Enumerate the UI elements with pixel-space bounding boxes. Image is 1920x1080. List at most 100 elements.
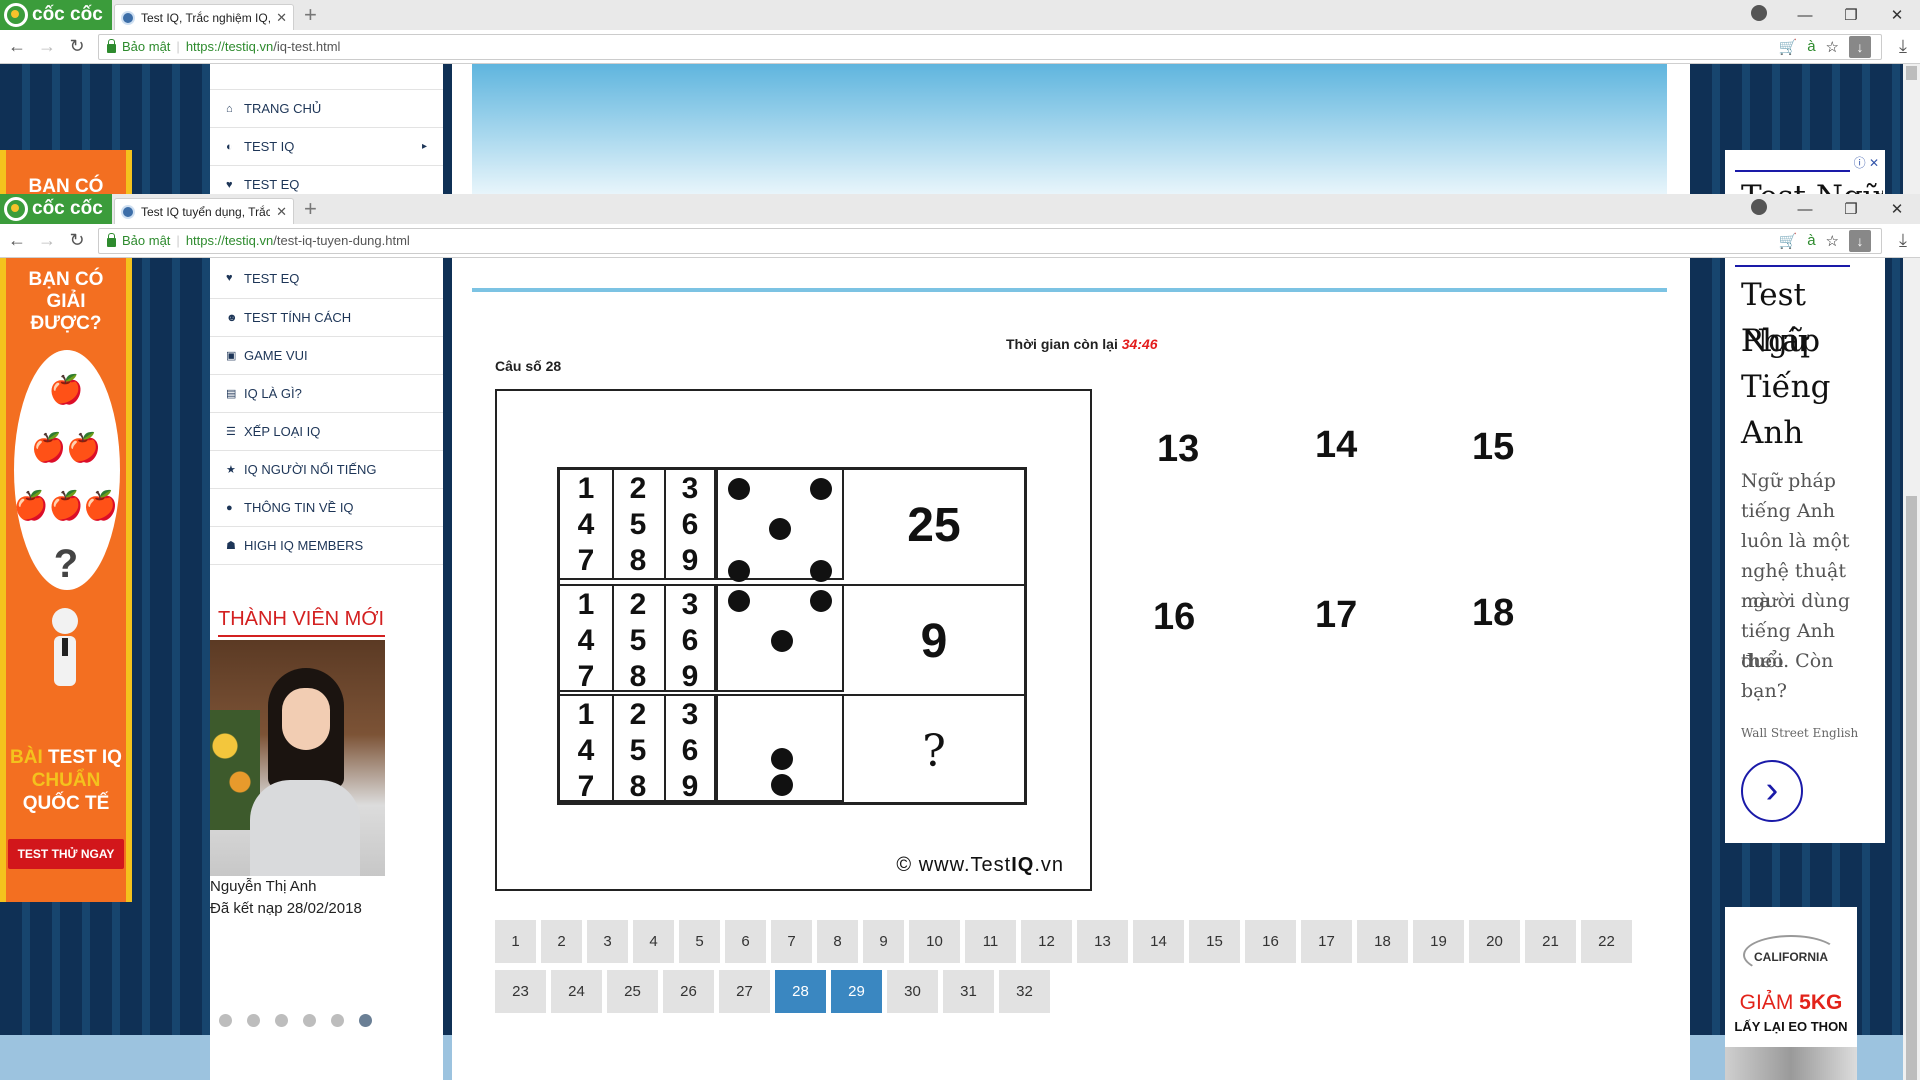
page-button-29[interactable]: 29 [831,970,882,1013]
carousel-dot[interactable] [331,1014,344,1027]
reload-icon[interactable]: ↻ [68,36,86,57]
page-button-28[interactable]: 28 [775,970,826,1013]
sidebar-item-iq-info[interactable]: ● THÔNG TIN VỀ IQ [210,489,443,527]
tab-iq-tuyen-dung[interactable]: Test IQ tuyển dụng, Trắc n ✕ [114,198,294,224]
url-field[interactable]: Bảo mật | https://testiq.vn/test-iq-tuye… [98,227,1882,254]
page-button-22[interactable]: 22 [1581,920,1632,963]
page-button-30[interactable]: 30 [887,970,938,1013]
page-button-1[interactable]: 1 [495,920,536,963]
answer-option-13[interactable]: 13 [1157,428,1199,471]
download-arrow-icon[interactable]: ↓ [1849,229,1871,252]
scroll-thumb[interactable] [1906,496,1917,1080]
back-scroll-thumb[interactable] [1906,66,1917,80]
page-button-32[interactable]: 32 [999,970,1050,1013]
browser-brand[interactable]: cốc cốc [0,194,112,224]
carousel-dot[interactable] [247,1014,260,1027]
page-button-7[interactable]: 7 [771,920,812,963]
page-button-31[interactable]: 31 [943,970,994,1013]
bookmark-star-icon[interactable]: ☆ [1826,38,1839,56]
page-button-9[interactable]: 9 [863,920,904,963]
sidebar-item-test-eq[interactable]: ♥ TEST EQ [210,258,443,299]
page-button-17[interactable]: 17 [1301,920,1352,963]
left-ad-iq-test[interactable]: BẠN CÓ GIẢI ĐƯỢC? 🍎 🍎🍎 🍎🍎🍎 ? BÀI TEST IQ… [0,258,132,902]
try-now-button[interactable]: TEST THỬ NGAY [8,839,124,869]
page-button-12[interactable]: 12 [1021,920,1072,963]
back-arrow-icon[interactable]: ← [8,230,26,251]
sidebar-item-high-iq-members[interactable]: ☗ HIGH IQ MEMBERS [210,527,443,565]
downloads-icon[interactable]: ⤓ [1894,230,1912,251]
carousel-dot[interactable] [219,1014,232,1027]
page-button-23[interactable]: 23 [495,970,546,1013]
answer-option-17[interactable]: 17 [1315,594,1357,637]
new-tab-button[interactable]: + [304,196,317,222]
page-button-26[interactable]: 26 [663,970,714,1013]
page-button-11[interactable]: 11 [965,920,1016,963]
right-ad-english[interactable]: Test Ngữ Pháp Tiếng Anh Ngữ pháp tiếng A… [1725,258,1885,843]
sidebar-item-iq-ranking[interactable]: ☰ XẾP LOẠI IQ [210,413,443,451]
page-button-8[interactable]: 8 [817,920,858,963]
account-button[interactable] [1736,199,1782,219]
page-button-15[interactable]: 15 [1189,920,1240,963]
page-button-21[interactable]: 21 [1525,920,1576,963]
url-field[interactable]: Bảo mật | https://testiq.vn/iq-test.html… [98,33,1882,60]
page-button-3[interactable]: 3 [587,920,628,963]
close-window-button[interactable]: ✕ [1874,6,1920,24]
back-menu-iq[interactable]: ◐ TEST IQ ▸ [210,128,443,166]
reload-icon[interactable]: ↻ [68,230,86,251]
account-button[interactable] [1736,5,1782,25]
download-arrow-icon[interactable]: ↓ [1849,35,1871,58]
adchoices-icon[interactable]: ⓘ ✕ [1854,154,1879,171]
restore-button[interactable]: ❐ [1828,200,1874,218]
page-button-4[interactable]: 4 [633,920,674,963]
back-scrollbar[interactable] [1903,64,1920,194]
member-name[interactable]: Nguyễn Thị Anh [210,878,316,895]
answer-option-18[interactable]: 18 [1472,592,1514,635]
page-button-25[interactable]: 25 [607,970,658,1013]
page-button-6[interactable]: 6 [725,920,766,963]
translate-icon[interactable]: à [1807,38,1815,55]
carousel-dot[interactable] [275,1014,288,1027]
translate-icon[interactable]: à [1807,232,1815,249]
right-ad-california[interactable]: CALIFORNIA GIẢM 5KG LẤY LẠI EO THON [1725,907,1857,1080]
back-left-ad[interactable]: BẠN CÓ [0,150,132,194]
page-button-14[interactable]: 14 [1133,920,1184,963]
page-button-2[interactable]: 2 [541,920,582,963]
restore-button[interactable]: ❐ [1828,6,1874,24]
page-button-27[interactable]: 27 [719,970,770,1013]
back-arrow-icon[interactable]: ← [8,36,26,57]
answer-option-14[interactable]: 14 [1315,424,1357,467]
shopping-cart-icon[interactable]: 🛒 [1779,232,1798,250]
new-tab-button[interactable]: + [304,2,317,28]
page-scrollbar[interactable] [1903,258,1920,1080]
shopping-cart-icon[interactable]: 🛒 [1779,38,1798,56]
back-menu-home[interactable]: ⌂ TRANG CHỦ [210,90,443,128]
member-avatar[interactable] [210,640,385,876]
bookmark-star-icon[interactable]: ☆ [1826,232,1839,250]
close-window-button[interactable]: ✕ [1874,200,1920,218]
answer-option-15[interactable]: 15 [1472,426,1514,469]
sidebar-item-famous-iq[interactable]: ★ IQ NGƯỜI NỔI TIẾNG [210,451,443,489]
page-button-10[interactable]: 10 [909,920,960,963]
sidebar-item-personality[interactable]: ☻ TEST TÍNH CÁCH [210,299,443,337]
page-button-20[interactable]: 20 [1469,920,1520,963]
sidebar-item-games[interactable]: ▣ GAME VUI [210,337,443,375]
page-button-19[interactable]: 19 [1413,920,1464,963]
page-button-16[interactable]: 16 [1245,920,1296,963]
tab-iq-test[interactable]: Test IQ, Trắc nghiệm IQ, Ki ✕ [114,4,294,30]
page-button-18[interactable]: 18 [1357,920,1408,963]
close-tab-icon[interactable]: ✕ [276,204,287,220]
chevron-right-icon[interactable]: › [1741,760,1803,822]
forward-arrow-icon[interactable]: → [38,230,56,251]
browser-brand[interactable]: cốc cốc [0,0,112,30]
answer-option-16[interactable]: 16 [1153,596,1195,639]
page-button-5[interactable]: 5 [679,920,720,963]
close-tab-icon[interactable]: ✕ [276,10,287,26]
sidebar-item-what-is-iq[interactable]: ▤ IQ LÀ GÌ? [210,375,443,413]
minimize-button[interactable]: — [1782,7,1828,24]
downloads-icon[interactable]: ⤓ [1894,36,1912,57]
page-button-13[interactable]: 13 [1077,920,1128,963]
page-button-24[interactable]: 24 [551,970,602,1013]
carousel-dot[interactable] [359,1014,372,1027]
forward-arrow-icon[interactable]: → [38,36,56,57]
minimize-button[interactable]: — [1782,201,1828,218]
